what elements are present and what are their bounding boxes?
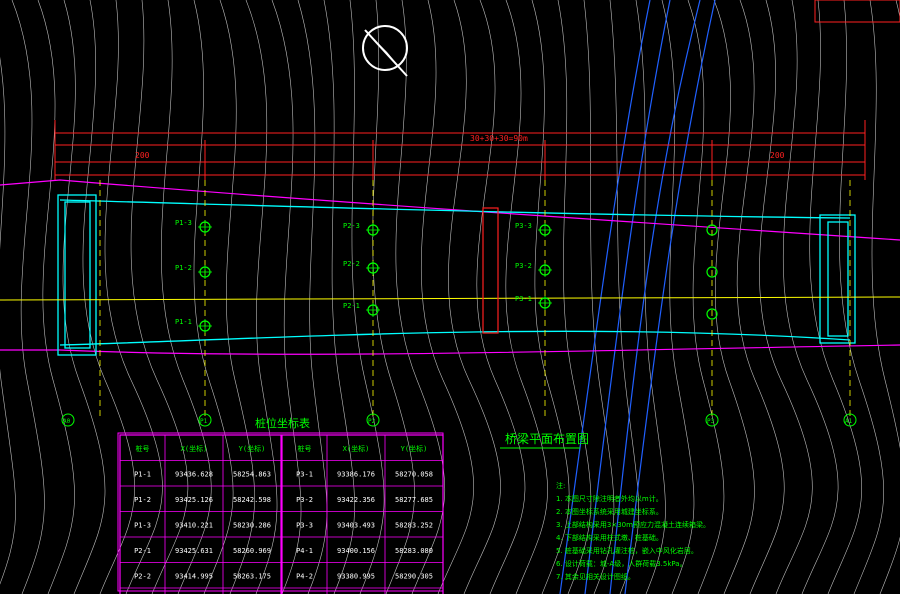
pile-label: P3-2 — [515, 262, 532, 270]
pile-P3-3: P3-3 — [515, 222, 552, 237]
coordinate-table: 桩号 X(坐标) Y(坐标) P1-1 93436.628 58254.863 P1-2 93… — [117, 432, 444, 594]
north-arrow-icon — [362, 25, 408, 77]
note-line: 4. 下部结构采用柱式墩、桩基础。 — [556, 533, 663, 542]
dimension-right: 200 — [770, 151, 785, 160]
dimension-top-center: 30+30+30=90m — [470, 134, 528, 143]
table-cell: 58270.058 — [395, 471, 433, 479]
pile-P3-2: P3-2 — [515, 262, 552, 277]
svg-text:P2: P2 — [368, 418, 376, 425]
table-title: 桩位坐标表 — [255, 416, 310, 430]
pile-P2-1: P2-1 — [343, 302, 380, 317]
table-cell: 93386.176 — [337, 471, 375, 479]
table-cell: P3-2 — [296, 496, 313, 504]
drawing-title: 桥梁平面布置图 — [505, 431, 589, 446]
table-cell: 58230.286 — [233, 522, 271, 530]
table-cell: P4-2 — [296, 573, 313, 581]
table-cell: 58283.080 — [395, 547, 433, 555]
table-cell: 桩号 — [136, 444, 150, 453]
table-cell: 58254.863 — [233, 471, 271, 479]
pile-P1-2: P1-2 — [175, 264, 212, 279]
table-cell: 93380.995 — [337, 573, 375, 581]
table-cell: Y(坐标) — [401, 444, 428, 453]
pile-label: P1-1 — [175, 318, 192, 326]
table-cell: 93422.356 — [337, 496, 375, 504]
note-line: 2. 本图坐标系统采用城建坐标系。 — [556, 507, 663, 516]
note-line: 注: — [556, 481, 565, 490]
table-cell: 93410.221 — [175, 522, 213, 530]
table-cell: 93414.995 — [175, 573, 213, 581]
note-line: 1. 本图尺寸除注明者外均以m计。 — [556, 494, 663, 503]
pile-P1-3: P1-3 — [175, 219, 212, 234]
svg-text:P1: P1 — [200, 418, 208, 425]
table-cell: 93425.126 — [175, 496, 213, 504]
table-cell: Y(坐标) — [239, 444, 266, 453]
table-cell: P2-2 — [134, 573, 151, 581]
dimension-left: 200 — [135, 151, 150, 160]
svg-text:A1: A1 — [845, 418, 853, 425]
table-cell: 桩号 — [298, 444, 312, 453]
table-cell: 93400.156 — [337, 547, 375, 555]
cad-drawing-canvas: 30+30+30=90m 200 200 P1-1 P1-2 P1-3 P2-1 P2-… — [0, 0, 900, 594]
table-cell: 58263.175 — [233, 573, 271, 581]
pile-label: P1-2 — [175, 264, 192, 272]
note-line: 3. 上部结构采用3×30m预应力混凝土连续箱梁。 — [556, 520, 710, 529]
table-cell: 93425.631 — [175, 547, 213, 555]
pile-label: P2-2 — [343, 260, 360, 268]
pile-P2-2: P2-2 — [343, 260, 380, 275]
table-cell: 93436.628 — [175, 471, 213, 479]
table-cell: 58242.598 — [233, 496, 271, 504]
table-cell: P3-3 — [296, 522, 313, 530]
table-cell: P2-1 — [134, 547, 151, 555]
pile-label: P3-3 — [515, 222, 532, 230]
road-edges — [0, 179, 900, 355]
pier-cap-outline — [482, 207, 499, 334]
note-line: 5. 桩基础采用钻孔灌注桩，嵌入中风化岩层。 — [556, 546, 698, 555]
table-cell: X(坐标) — [343, 444, 370, 453]
pile-label: P1-3 — [175, 219, 192, 227]
table-left — [119, 434, 282, 594]
table-cell: X(坐标) — [181, 444, 208, 453]
pile-P1-1: P1-1 — [175, 318, 212, 333]
note-line: 6. 设计荷载：城-A级，人群荷载3.5kPa。 — [556, 559, 687, 568]
axis-bubble-A0: A0 — [61, 413, 75, 427]
table-right — [281, 434, 444, 594]
river-lines — [559, 0, 716, 594]
svg-text:A0: A0 — [63, 418, 71, 425]
table-cell: 93403.493 — [337, 522, 375, 530]
table-cell: 58277.685 — [395, 496, 433, 504]
axis-bubbles: A0 P1 P2 P3 A1 — [61, 413, 857, 427]
pile-P2-3: P2-3 — [343, 222, 380, 237]
pile-label: P2-1 — [343, 302, 360, 310]
pile-P3-1: P3-1 — [515, 295, 552, 310]
table-cell: P1-2 — [134, 496, 151, 504]
pile-label: P2-3 — [343, 222, 360, 230]
table-cell: P4-1 — [296, 547, 313, 555]
table-cell: 58283.252 — [395, 522, 433, 530]
table-cell: P1-1 — [134, 471, 151, 479]
pile-label: P3-1 — [515, 295, 532, 303]
table-cell: 58290.305 — [395, 573, 433, 581]
bridge-centerline — [0, 296, 900, 301]
note-line: 7. 其余见相关设计图纸。 — [556, 572, 635, 581]
table-cell: P3-1 — [296, 471, 313, 479]
svg-text:P3: P3 — [707, 418, 715, 425]
table-cell: P1-3 — [134, 522, 151, 530]
table-cell: 58260.969 — [233, 547, 271, 555]
